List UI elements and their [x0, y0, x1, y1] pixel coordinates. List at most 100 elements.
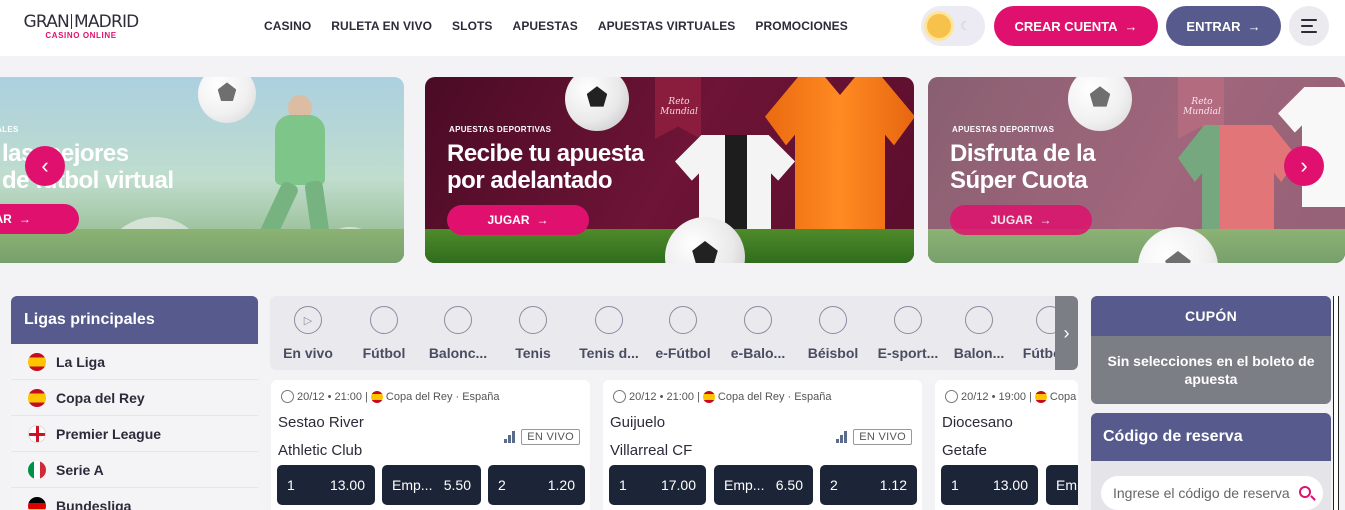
sport-tab-tenis[interactable]: Tenis: [503, 296, 563, 370]
logo-madrid: MADRID: [73, 12, 139, 32]
league-item-bundesliga[interactable]: Bundesliga: [11, 488, 258, 510]
sport-tab-beisbol[interactable]: Béisbol: [801, 296, 865, 370]
odd-label: Em: [1056, 477, 1077, 493]
nav-apuestas[interactable]: APUESTAS: [513, 19, 578, 33]
match-competition: Copa del Rey: [385, 390, 453, 403]
logo-tagline: CASINO ONLINE: [45, 31, 117, 40]
jugar-label: JUGAR: [990, 213, 1033, 227]
sports-scroll-right-button[interactable]: ›: [1055, 296, 1078, 370]
crear-cuenta-button[interactable]: CREAR CUENTA →: [994, 6, 1158, 46]
odd-button-away[interactable]: 2 1.12: [820, 465, 917, 505]
arrow-right-icon: →: [1039, 213, 1052, 227]
search-icon[interactable]: [1299, 486, 1311, 498]
spain-flag-icon: [702, 390, 715, 403]
meta-separator: ·: [787, 390, 792, 403]
sport-tab-balonmano[interactable]: Balon...: [948, 296, 1010, 370]
sport-tab-tenis-de-mesa[interactable]: Tenis d...: [574, 296, 644, 370]
stats-icon[interactable]: [836, 431, 848, 443]
odd-button-draw[interactable]: Em: [1046, 465, 1078, 505]
gran-madrid-logo[interactable]: GRAN MADRID CASINO ONLINE: [20, 13, 142, 41]
league-item-serie-a[interactable]: Serie A: [11, 452, 258, 488]
nav-promociones[interactable]: PROMOCIONES: [755, 19, 847, 33]
theme-toggle[interactable]: ☾: [921, 6, 985, 46]
page-scrollbar[interactable]: [1333, 296, 1339, 510]
away-team[interactable]: Athletic Club: [278, 442, 362, 459]
banner-title-line2: Súper Cuota: [950, 167, 1088, 194]
nav-casino[interactable]: CASINO: [264, 19, 311, 33]
soccer-ball-icon: [613, 390, 626, 403]
sport-label: En vivo: [283, 345, 333, 361]
menu-button[interactable]: [1289, 6, 1329, 46]
banner-title-line2: por adelantado: [447, 167, 613, 194]
meta-separator: |: [1029, 390, 1032, 403]
odd-button-home[interactable]: 1 17.00: [609, 465, 706, 505]
soccer-ball-image: [565, 77, 629, 131]
banner-jugar-button[interactable]: JUGAR →: [950, 205, 1092, 235]
meta-separator: |: [365, 390, 368, 403]
sport-tab-futbol[interactable]: Fútbol: [354, 296, 414, 370]
odd-button-away[interactable]: 2 1.20: [488, 465, 585, 505]
home-team[interactable]: Diocesano: [942, 414, 1013, 431]
sport-label: Tenis: [515, 345, 551, 361]
meta-separator: ·: [455, 390, 460, 403]
league-item-la-liga[interactable]: La Liga: [11, 344, 258, 380]
live-indicator: EN VIVO: [836, 429, 912, 445]
league-name: Copa del Rey: [56, 389, 145, 406]
soccer-ball-icon: [669, 306, 697, 334]
away-team[interactable]: Getafe: [942, 442, 987, 459]
carousel-next-button[interactable]: ›: [1284, 146, 1324, 186]
banner-title-line1: Disfruta de la: [950, 140, 1096, 167]
banner-super-cuota[interactable]: Reto Mundial APUESTAS DEPORTIVAS Disfrut…: [928, 77, 1345, 263]
booking-code-input[interactable]: [1101, 476, 1323, 510]
sport-tab-e-sports[interactable]: E-sport...: [873, 296, 943, 370]
sport-tab-baloncesto[interactable]: Balonc...: [423, 296, 493, 370]
booking-title: Código de reserva: [1091, 413, 1331, 461]
away-team[interactable]: Villarreal CF: [610, 442, 692, 459]
sport-tab-en-vivo[interactable]: ▷ En vivo: [278, 296, 338, 370]
sport-label: e-Balo...: [730, 345, 786, 361]
tennis-ball-icon: [519, 306, 547, 334]
match-card: 20/12 • 19:00 | Copa del Rey Diocesano G…: [935, 380, 1078, 510]
arrow-right-icon: →: [1247, 18, 1261, 34]
nav-slots[interactable]: SLOTS: [452, 19, 493, 33]
league-item-copa-del-rey[interactable]: Copa del Rey: [11, 380, 258, 416]
menu-icon-line: [1301, 31, 1317, 33]
sport-tab-e-baloncesto[interactable]: e-Balo...: [723, 296, 793, 370]
basketball-icon: [744, 306, 772, 334]
nav-apuestas-virtuales[interactable]: APUESTAS VIRTUALES: [598, 19, 736, 33]
moon-icon: ☾: [960, 19, 971, 33]
logo-gran: GRAN: [23, 12, 70, 32]
spain-flag-icon: [28, 388, 46, 407]
sport-label: Béisbol: [807, 345, 859, 361]
odd-label: 2: [498, 477, 506, 493]
home-team[interactable]: Guijuelo: [610, 414, 665, 431]
league-name: Premier League: [56, 425, 162, 442]
arrow-right-icon: →: [1124, 18, 1138, 34]
sport-label: e-Fútbol: [655, 345, 711, 361]
match-meta: 20/12 • 21:00 | Copa del Rey · España: [613, 390, 832, 403]
coupon-empty-message: Sin selecciones en el boleto de apuesta: [1091, 336, 1331, 404]
odd-value: 1.20: [547, 477, 575, 493]
nav-ruleta-en-vivo[interactable]: RULETA EN VIVO: [331, 19, 432, 33]
home-team[interactable]: Sestao River: [278, 414, 364, 431]
odd-value: 6.50: [775, 477, 803, 493]
league-item-premier-league[interactable]: Premier League: [11, 416, 258, 452]
stats-icon[interactable]: [504, 431, 516, 443]
odd-button-draw[interactable]: Emp... 5.50: [382, 465, 481, 505]
banner-jugar-button[interactable]: JUGAR →: [447, 205, 589, 235]
sport-tab-e-futbol[interactable]: e-Fútbol: [650, 296, 716, 370]
banner-recibe-tu-apuesta[interactable]: Reto Mundial APUESTAS DEPORTIVAS Recibe …: [425, 77, 914, 263]
carousel-prev-button[interactable]: ‹: [25, 146, 65, 186]
odd-button-draw[interactable]: Emp... 6.50: [714, 465, 813, 505]
meta-separator: |: [697, 390, 700, 403]
soccer-ball-icon: [281, 390, 294, 403]
odd-value: 5.50: [443, 477, 471, 493]
entrar-button[interactable]: ENTRAR →: [1166, 6, 1281, 46]
banner-kicker: APUESTAS DEPORTIVAS: [449, 125, 552, 134]
match-country: España: [794, 390, 832, 403]
league-name: Bundesliga: [56, 497, 132, 510]
odd-button-home[interactable]: 1 13.00: [277, 465, 375, 505]
odd-value: 13.00: [329, 477, 365, 493]
odd-button-home[interactable]: 1 13.00: [941, 465, 1038, 505]
banner-jugar-button[interactable]: GAR →: [0, 204, 79, 234]
